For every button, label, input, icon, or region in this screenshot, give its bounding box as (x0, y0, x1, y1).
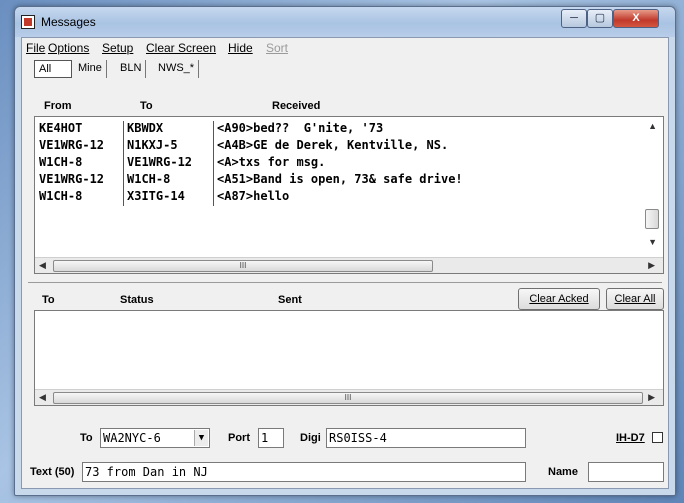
vertical-scroll-thumb[interactable] (645, 209, 659, 229)
to-label: To (80, 432, 93, 444)
row-to: VE1WRG-12 (127, 155, 193, 169)
maximize-button[interactable]: ▢ (587, 9, 613, 28)
port-input[interactable]: 1 (258, 428, 284, 448)
column-divider (213, 172, 214, 189)
col-header-sent[interactable]: Sent (278, 294, 302, 306)
row-message: <A90>bed?? G'nite, '73 (217, 121, 384, 135)
messages-window: Messages ─ ▢ X File Options Setup Clear … (14, 6, 676, 496)
column-divider (213, 138, 214, 155)
row-to: X3ITG-14 (127, 189, 185, 203)
text-label: Text (50) (30, 466, 75, 478)
ihd7-label: IH-D7 (616, 432, 645, 444)
received-row[interactable]: VE1WRG-12 N1KXJ-5 <A4B>GE de Derek, Kent… (39, 138, 448, 155)
menu-bar: File Options Setup Clear Screen Hide Sor… (22, 38, 668, 58)
to-combobox[interactable]: WA2NYC-6 ▼ (100, 428, 210, 448)
tab-mine[interactable]: Mine (74, 60, 107, 78)
col-header-from[interactable]: From (44, 100, 72, 112)
menu-setup[interactable]: Setup (102, 41, 133, 55)
menu-sort[interactable]: Sort (266, 41, 288, 55)
scroll-right-arrow-icon[interactable]: ▶ (648, 260, 655, 271)
column-divider (213, 121, 214, 138)
scroll-left-arrow-icon[interactable]: ◀ (39, 392, 46, 403)
scroll-up-arrow-icon[interactable]: ▲ (648, 121, 657, 131)
clear-all-button[interactable]: Clear All (606, 288, 664, 310)
column-divider (123, 155, 124, 172)
scroll-down-arrow-icon[interactable]: ▼ (648, 237, 657, 247)
menu-file[interactable]: File (26, 41, 45, 55)
column-divider (213, 189, 214, 206)
to-value: WA2NYC-6 (103, 431, 161, 445)
row-to: W1CH-8 (127, 172, 171, 186)
received-row[interactable]: VE1WRG-12 W1CH-8 <A51>Band is open, 73& … (39, 172, 463, 189)
column-divider (123, 172, 124, 189)
row-message: <A87>hello (217, 189, 290, 203)
name-input[interactable] (588, 462, 664, 482)
sent-list[interactable]: ◀ III ▶ (34, 310, 664, 406)
app-icon (21, 15, 35, 29)
received-row[interactable]: KE4HOT KBWDX <A90>bed?? G'nite, '73 (39, 121, 383, 138)
sent-horizontal-scrollbar[interactable]: ◀ III ▶ (35, 389, 663, 405)
ihd7-checkbox[interactable] (652, 432, 663, 443)
row-from: VE1WRG-12 (39, 172, 105, 186)
menu-options[interactable]: Options (48, 41, 89, 55)
name-label: Name (548, 466, 578, 478)
row-to: N1KXJ-5 (127, 138, 178, 152)
minimize-button[interactable]: ─ (561, 9, 587, 28)
digi-label: Digi (300, 432, 321, 444)
row-message: <A51>Band is open, 73& safe drive! (217, 172, 463, 186)
menu-hide[interactable]: Hide (228, 41, 253, 55)
text-input[interactable]: 73 from Dan in NJ (82, 462, 526, 482)
column-divider (213, 155, 214, 172)
digi-input[interactable]: RS0ISS-4 (326, 428, 526, 448)
tab-nws[interactable]: NWS_* (154, 60, 200, 78)
close-button[interactable]: X (613, 9, 659, 28)
horizontal-scroll-thumb[interactable]: III (53, 260, 433, 272)
horizontal-scroll-thumb[interactable]: III (53, 392, 643, 404)
row-from: W1CH-8 (39, 189, 83, 203)
scroll-left-arrow-icon[interactable]: ◀ (39, 260, 46, 271)
clear-acked-button[interactable]: Clear Acked (518, 288, 600, 310)
row-from: VE1WRG-12 (39, 138, 105, 152)
menu-clear-screen[interactable]: Clear Screen (146, 41, 216, 55)
received-horizontal-scrollbar[interactable]: ◀ III ▶ (35, 257, 663, 273)
received-row[interactable]: W1CH-8 X3ITG-14 <A87>hello (39, 189, 289, 206)
column-divider (123, 121, 124, 138)
window-title: Messages (41, 15, 96, 29)
row-to: KBWDX (127, 121, 164, 135)
received-list[interactable]: KE4HOT KBWDX <A90>bed?? G'nite, '73 VE1W… (34, 116, 664, 274)
col-header-received[interactable]: Received (272, 100, 320, 112)
title-bar[interactable]: Messages ─ ▢ X (15, 7, 675, 37)
column-divider (123, 189, 124, 206)
section-divider (28, 282, 662, 283)
column-divider (123, 138, 124, 155)
col-header-to[interactable]: To (140, 100, 153, 112)
tab-all[interactable]: All (34, 60, 72, 78)
scroll-right-arrow-icon[interactable]: ▶ (648, 392, 655, 403)
row-from: KE4HOT (39, 121, 83, 135)
received-row[interactable]: W1CH-8 VE1WRG-12 <A>txs for msg. (39, 155, 325, 172)
chevron-down-icon[interactable]: ▼ (194, 430, 208, 446)
col-header-status[interactable]: Status (120, 294, 154, 306)
row-from: W1CH-8 (39, 155, 83, 169)
tab-bln[interactable]: BLN (116, 60, 147, 78)
col-header-sent-to[interactable]: To (42, 294, 55, 306)
row-message: <A4B>GE de Derek, Kentville, NS. (217, 138, 449, 152)
port-label: Port (228, 432, 250, 444)
client-area: File Options Setup Clear Screen Hide Sor… (21, 37, 669, 489)
row-message: <A>txs for msg. (217, 155, 326, 169)
